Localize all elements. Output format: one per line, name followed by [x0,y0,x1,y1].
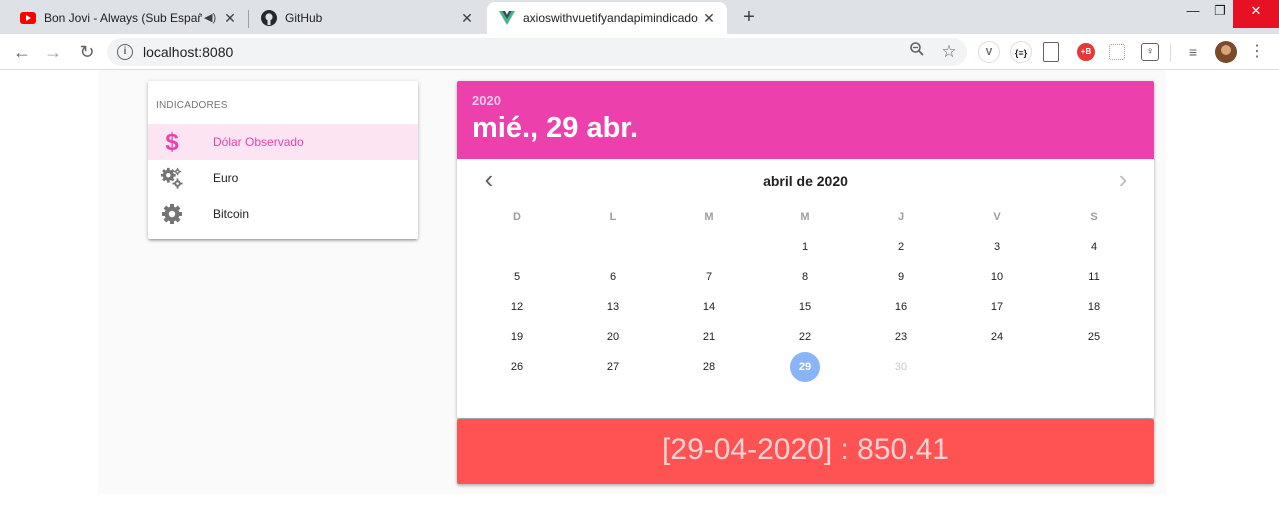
youtube-icon [20,10,36,26]
day-cell: 30 [894,361,908,373]
weekday-label: M [800,211,810,223]
month-label[interactable]: abril de 2020 [457,173,1154,189]
close-window-button[interactable]: ✕ [1233,0,1279,28]
day-cell[interactable]: 23 [886,322,916,352]
tab-github[interactable]: GitHub ✕ [249,2,485,34]
gears-icon [160,166,184,190]
weekday-label: M [704,211,714,223]
next-month-button[interactable]: › [1109,166,1137,193]
picker-year[interactable]: 2020 [472,93,501,108]
day-cell[interactable]: 7 [694,262,724,292]
reading-list-icon[interactable]: ≡ [1182,41,1204,63]
close-tab-icon[interactable]: ✕ [222,10,238,26]
day-cell[interactable]: 11 [1079,262,1109,292]
weekday-label: L [609,211,617,223]
weekday-label: D [513,211,521,223]
result-banner: [29-04-2020] : 850.41 [457,419,1154,484]
day-cell[interactable]: 8 [790,262,820,292]
day-cell[interactable]: 21 [694,322,724,352]
day-cell[interactable]: 14 [694,292,724,322]
zoom-icon[interactable] [907,42,927,62]
day-cell[interactable]: 5 [502,262,532,292]
sidebar-item-label: Dólar Observado [213,135,304,149]
day-cell[interactable]: 20 [598,322,628,352]
day-cell[interactable]: 26 [502,352,532,382]
vue-icon [499,10,515,26]
tab-title: Bon Jovi - Always (Sub Españ [44,11,202,25]
day-cell[interactable]: 25 [1079,322,1109,352]
weekday-label: V [993,211,1001,223]
red-extension-icon[interactable]: +B [1077,43,1095,61]
picker-selected-date: mié., 29 abr. [472,112,639,144]
close-tab-icon[interactable]: ✕ [459,10,475,26]
day-cell[interactable]: 15 [790,292,820,322]
indicators-header: INDICADORES [156,100,228,111]
sidebar-item-label: Bitcoin [213,207,250,221]
browser-toolbar: ← → ↻ i localhost:8080 ☆ V {≡} +B ♀ ≡ ⋮ [0,34,1279,70]
day-cell[interactable]: 13 [598,292,628,322]
tab-youtube[interactable]: Bon Jovi - Always (Sub Españ ◀) ✕ [8,2,248,34]
day-cell[interactable]: 4 [1079,232,1109,262]
day-cell[interactable]: 28 [694,352,724,382]
grid-extension-icon[interactable] [1109,44,1125,60]
weekday-label: J [897,211,905,223]
day-cell[interactable]: 2 [886,232,916,262]
new-tab-button[interactable]: + [737,5,761,29]
menu-dots-icon[interactable]: ⋮ [1248,40,1266,64]
close-tab-icon[interactable]: ✕ [701,10,717,26]
svg-text:$: $ [165,130,179,154]
sidebar-item-label: Euro [213,171,239,185]
site-info-icon[interactable]: i [117,44,133,60]
sidebar-item-bitcoin[interactable]: Bitcoin [148,196,418,232]
day-cell[interactable]: 29 [790,352,820,382]
tab-title: axioswithvuetifyandapimindicado [523,11,698,25]
scrollbar[interactable] [1265,70,1279,509]
bulb-extension-icon[interactable]: ♀ [1141,43,1159,61]
json-viewer-icon[interactable]: {≡} [1010,41,1032,63]
document-extension-icon[interactable] [1043,42,1059,62]
day-cell[interactable]: 9 [886,262,916,292]
sidebar-item-dolar[interactable]: $ Dólar Observado [148,124,418,160]
browser-tab-bar: Bon Jovi - Always (Sub Españ ◀) ✕ GitHub… [0,0,1279,34]
url-text[interactable]: localhost:8080 [143,44,233,60]
day-cell[interactable]: 27 [598,352,628,382]
dollar-icon: $ [160,130,184,154]
day-cell[interactable]: 3 [982,232,1012,262]
speaker-icon[interactable]: ◀) [204,11,216,24]
tab-app[interactable]: axioswithvuetifyandapimindicado ✕ [487,2,727,34]
day-cell[interactable]: 10 [982,262,1012,292]
day-cell[interactable]: 19 [502,322,532,352]
day-cell[interactable]: 17 [982,292,1012,322]
github-icon [261,10,277,26]
back-arrow-icon[interactable]: ← [10,40,34,64]
day-cell[interactable]: 18 [1079,292,1109,322]
gear-icon [160,202,184,226]
reload-icon[interactable]: ↻ [75,40,99,64]
avatar[interactable] [1215,41,1237,63]
weekday-label: S [1090,211,1098,223]
day-cell[interactable]: 22 [790,322,820,352]
sidebar-item-euro[interactable]: Euro [148,160,418,196]
toolbar-divider [1170,44,1171,62]
day-cell[interactable]: 1 [790,232,820,262]
day-cell[interactable]: 24 [982,322,1012,352]
maximize-button[interactable]: ❐ [1203,0,1237,28]
address-bar[interactable]: i localhost:8080 ☆ [107,38,967,66]
day-cell[interactable]: 16 [886,292,916,322]
forward-arrow-icon[interactable]: → [41,40,65,64]
tab-title: GitHub [285,11,323,25]
indicators-card: INDICADORES $ Dólar Observado Euro Bitco… [148,81,418,239]
day-cell[interactable]: 12 [502,292,532,322]
vue-devtools-icon[interactable]: V [978,41,1000,63]
date-picker-header: 2020 mié., 29 abr. [457,81,1154,159]
bookmark-star-icon[interactable]: ☆ [939,42,959,62]
result-value: [29-04-2020] : 850.41 [662,433,949,466]
date-picker: 2020 mié., 29 abr. ‹ abril de 2020 › DLM… [457,81,1154,418]
day-cell[interactable]: 6 [598,262,628,292]
